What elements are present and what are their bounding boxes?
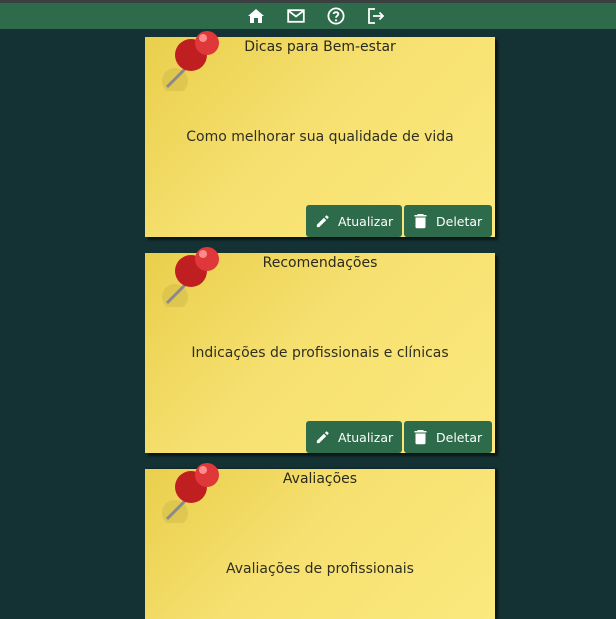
help-icon[interactable] [325,6,347,26]
home-icon[interactable] [245,6,267,26]
logout-icon[interactable] [365,6,387,26]
note-title: Avaliações [282,471,358,487]
trash-icon [414,430,427,445]
update-button-label: Atualizar [338,213,394,229]
delete-button[interactable]: Deletar [404,205,492,237]
note-title: Recomendações [262,255,378,271]
trash-icon [414,214,427,229]
delete-button-label: Deletar [436,213,483,229]
note-card: Dicas para Bem-estar Como melhorar sua q… [145,31,495,237]
note-body: Como melhorar sua qualidade de vida [186,129,454,145]
note-card: Avaliações Avaliações de profissionais [145,463,495,619]
top-navbar [0,3,616,29]
delete-button-label: Deletar [436,429,483,445]
note-body: Indicações de profissionais e clínicas [191,345,449,361]
mail-icon[interactable] [285,6,307,26]
pencil-icon [316,430,329,443]
note-title: Dicas para Bem-estar [244,39,396,55]
update-button-label: Atualizar [338,429,394,445]
note-card: Recomendações Indicações de profissionai… [145,247,495,453]
update-button[interactable]: Atualizar [306,421,402,453]
note-body: Avaliações de profissionais [226,561,414,577]
delete-button[interactable]: Deletar [404,421,492,453]
update-button[interactable]: Atualizar [306,205,402,237]
pencil-icon [316,214,329,227]
